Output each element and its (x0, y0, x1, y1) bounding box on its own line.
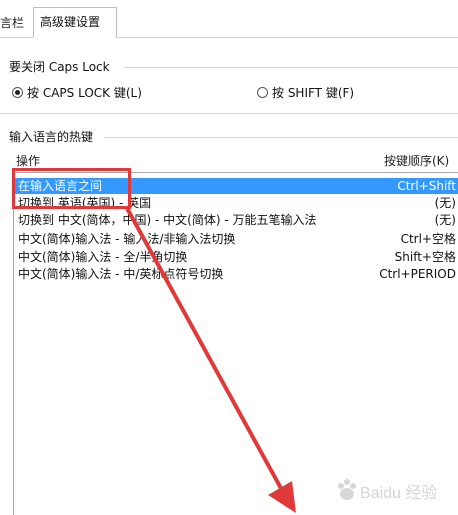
annotation-arrow-icon (126, 208, 296, 513)
svg-text:Baidu 经验: Baidu 经验 (360, 484, 437, 502)
baidu-watermark-logo: Baidu 经验 (334, 476, 452, 510)
